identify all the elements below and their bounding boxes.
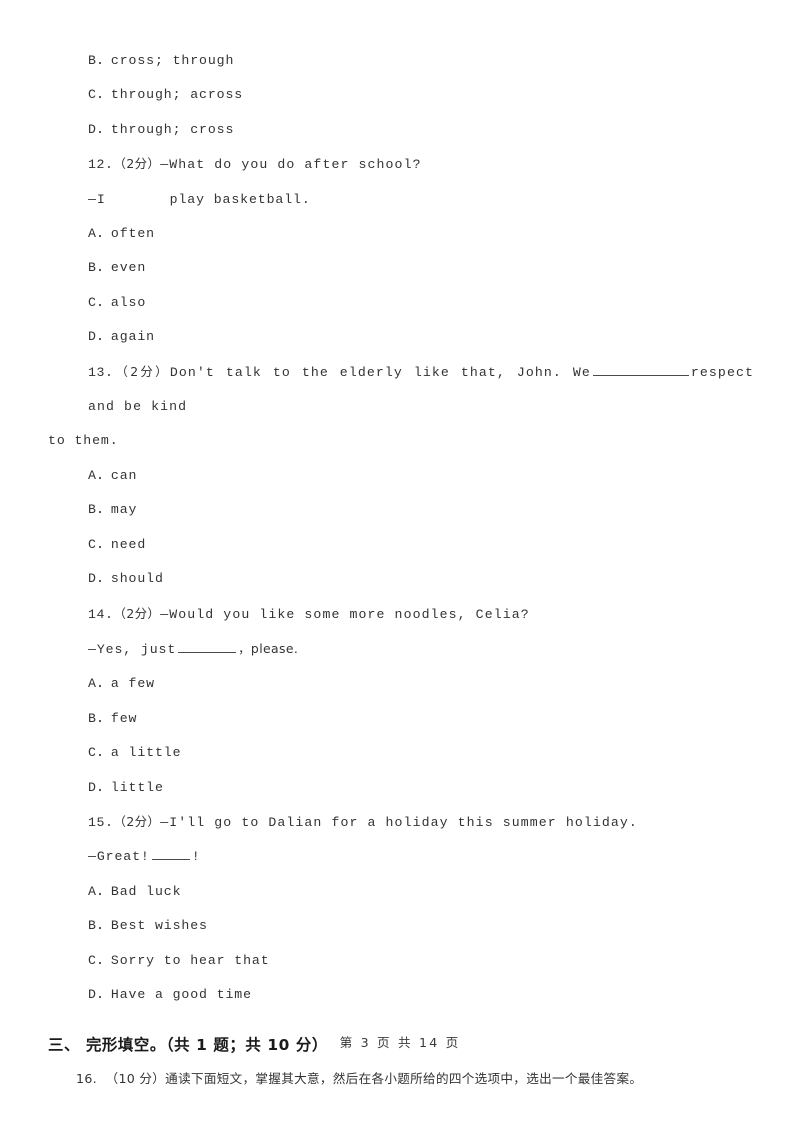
question-15-answer-line: —Great!! xyxy=(48,840,754,874)
question-14-option-d: D．little xyxy=(88,779,164,795)
question-15-text: —I'll go to Dalian for a holiday this su… xyxy=(160,814,638,830)
question-12-option-b: B．even xyxy=(88,260,147,276)
question-15-option-d: D．Have a good time xyxy=(88,986,252,1002)
page-footer: 第 3 页 共 14 页 xyxy=(339,1035,461,1050)
question-12-text: —What do you do after school? xyxy=(160,157,422,173)
question-15-option-c: C．Sorry to hear that xyxy=(88,952,270,968)
question-12-option-a: A．often xyxy=(88,226,155,242)
question-14-option-a: A．a few xyxy=(88,676,155,692)
question-12-option-d: D．again xyxy=(88,329,155,345)
question-13-blank xyxy=(592,362,689,376)
question-14-answer-line: —Yes, just ，please. xyxy=(48,632,754,667)
question-15-answer-suffix: ! xyxy=(191,849,201,865)
question-14-number: 14. xyxy=(88,606,114,622)
question-16-number: 16. xyxy=(76,1071,97,1087)
question-14-answer-prefix: —Yes, just xyxy=(88,641,177,657)
question-14-option-b: B．few xyxy=(88,710,138,726)
question-12-stem: 12.（2分）—What do you do after school? xyxy=(48,147,754,182)
page-content: B．cross; through C．through; across D．thr… xyxy=(48,44,754,1096)
question-16-row: 16. （10 分）通读下面短文，掌握其大意，然后在各小题所给的四个选项中，选出… xyxy=(48,1062,754,1096)
option-row: B．cross; through xyxy=(88,53,235,68)
question-15-stem: 15.（2分）—I'll go to Dalian for a holiday … xyxy=(48,805,754,840)
question-13-option-d: D．should xyxy=(88,571,164,587)
question-14-text: —Would you like some more noodles, Celia… xyxy=(160,606,530,622)
question-13-option-c: C．need xyxy=(88,536,147,552)
question-12-option-c: C．also xyxy=(88,294,147,310)
question-15-score: （2分） xyxy=(113,813,161,829)
question-12-answer-suffix: play basketball. xyxy=(169,191,311,207)
question-13-number: 13. xyxy=(88,364,114,380)
question-15-blank xyxy=(151,846,190,861)
question-15-option-a: A．Bad luck xyxy=(88,883,182,899)
option-row: C．through; across xyxy=(88,87,244,103)
question-14-answer-suffix: ，please. xyxy=(238,640,299,656)
question-13-text-before-blank: Don't talk to the elderly like that, Joh… xyxy=(169,364,591,380)
question-14-option-c: C．a little xyxy=(88,745,182,761)
question-13-option-a: A．can xyxy=(88,467,138,483)
option-row: D．through; cross xyxy=(88,121,235,137)
question-13-option-b: B．may xyxy=(88,502,138,518)
question-12-blank xyxy=(108,190,168,203)
exam-page: B．cross; through C．through; across D．thr… xyxy=(0,0,800,1132)
question-13-continuation: to them. xyxy=(48,433,119,449)
question-15-option-b: B．Best wishes xyxy=(88,918,208,934)
question-15-answer-prefix: —Great! xyxy=(88,849,150,865)
question-14-blank xyxy=(178,639,237,653)
question-16-text: 通读下面短文，掌握其大意，然后在各小题所给的四个选项中，选出一个最佳答案。 xyxy=(165,1071,643,1087)
question-14-stem: 14.（2分）—Would you like some more noodles… xyxy=(48,597,754,632)
question-15-number: 15. xyxy=(88,814,114,830)
question-12-answer-line: —I play basketball. xyxy=(48,183,754,217)
question-12-answer-prefix: —I xyxy=(88,191,106,207)
question-16-score: （10 分） xyxy=(105,1071,166,1087)
question-13-stem: 13.（2分）Don't talk to the elderly like th… xyxy=(48,355,754,425)
question-13-score: （2分） xyxy=(113,363,170,379)
question-12-score: （2分） xyxy=(113,156,161,172)
question-12-number: 12. xyxy=(88,157,114,173)
question-14-score: （2分） xyxy=(113,605,161,621)
